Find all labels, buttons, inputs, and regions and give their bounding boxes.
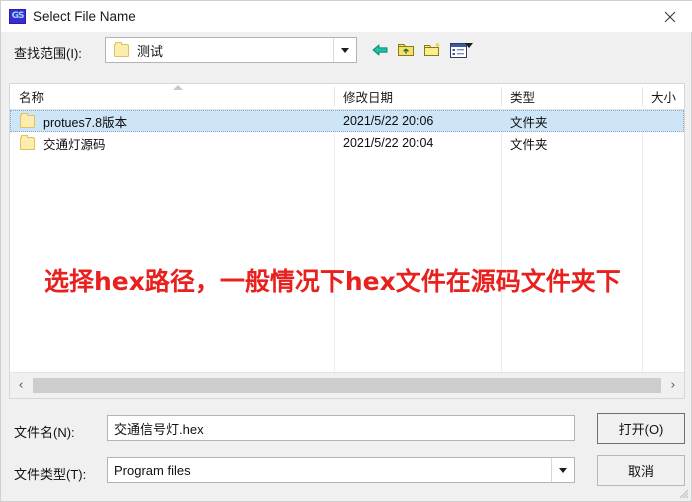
file-list-rows: protues7.8版本 2021/5/22 20:06 文件夹 交通灯源码 2…: [10, 110, 684, 154]
new-folder-icon[interactable]: [421, 40, 443, 60]
look-in-toolbar: 查找范围(I): 测试: [1, 37, 692, 67]
close-icon[interactable]: [647, 1, 692, 32]
file-list-panel: 名称 修改日期 类型 大小 protues7.8版本 2021/5/22 20:…: [9, 83, 685, 399]
back-arrow-icon[interactable]: [369, 40, 391, 60]
cancel-button[interactable]: 取消: [597, 455, 685, 486]
column-header-name[interactable]: 名称: [10, 84, 334, 109]
window-title: Select File Name: [33, 8, 136, 24]
file-name-input[interactable]: 交通信号灯.hex: [107, 415, 575, 441]
select-file-dialog: GS Select File Name 查找范围(I): 测试 名称 修改日期 …: [0, 0, 692, 502]
folder-icon: [20, 112, 35, 128]
table-row[interactable]: 交通灯源码 2021/5/22 20:04 文件夹: [10, 132, 684, 154]
file-name-cell: 交通灯源码: [10, 132, 334, 154]
table-row[interactable]: protues7.8版本 2021/5/22 20:06 文件夹: [10, 110, 684, 132]
chevron-down-icon[interactable]: [551, 458, 574, 482]
file-name-cell: protues7.8版本: [10, 110, 334, 132]
file-type-combobox[interactable]: Program files: [107, 457, 575, 483]
chevron-down-icon[interactable]: [465, 43, 473, 66]
look-in-value: 测试: [137, 43, 164, 59]
look-in-label: 查找范围(I):: [14, 46, 82, 61]
file-type-label: 文件类型(T):: [14, 467, 87, 482]
file-date-cell: 2021/5/22 20:04: [343, 136, 434, 150]
horizontal-scrollbar[interactable]: ‹ ›: [10, 372, 684, 398]
file-type-value: Program files: [114, 462, 191, 478]
file-size-cell: [642, 132, 684, 154]
file-type-cell: 文件夹: [510, 115, 548, 130]
scrollbar-thumb[interactable]: [33, 378, 661, 393]
look-in-combobox[interactable]: 测试: [105, 37, 357, 63]
file-name-label: 文件名(N):: [14, 425, 75, 440]
resize-grip[interactable]: [677, 487, 689, 499]
folder-icon: [20, 134, 35, 150]
file-name-text: protues7.8版本: [43, 115, 128, 130]
column-header-size[interactable]: 大小: [642, 84, 684, 109]
column-header-date[interactable]: 修改日期: [334, 84, 501, 109]
app-icon: GS: [9, 9, 26, 24]
file-date-cell: 2021/5/22 20:06: [343, 114, 434, 128]
open-button[interactable]: 打开(O): [597, 413, 685, 444]
folder-icon: [114, 41, 129, 57]
file-name-text: 交通灯源码: [43, 137, 106, 152]
file-size-cell: [642, 110, 684, 132]
scroll-left-icon[interactable]: ‹: [10, 373, 32, 398]
annotation-text: 选择hex路径，一般情况下hex文件在源码文件夹下: [44, 267, 621, 296]
file-list-header: 名称 修改日期 类型 大小: [10, 84, 684, 110]
sort-ascending-icon: [173, 85, 183, 90]
column-header-type[interactable]: 类型: [501, 84, 642, 109]
title-bar: GS Select File Name: [1, 1, 692, 32]
file-type-cell: 文件夹: [510, 137, 548, 152]
chevron-down-icon[interactable]: [333, 38, 356, 62]
scroll-right-icon[interactable]: ›: [662, 373, 684, 398]
up-folder-icon[interactable]: [395, 40, 417, 60]
